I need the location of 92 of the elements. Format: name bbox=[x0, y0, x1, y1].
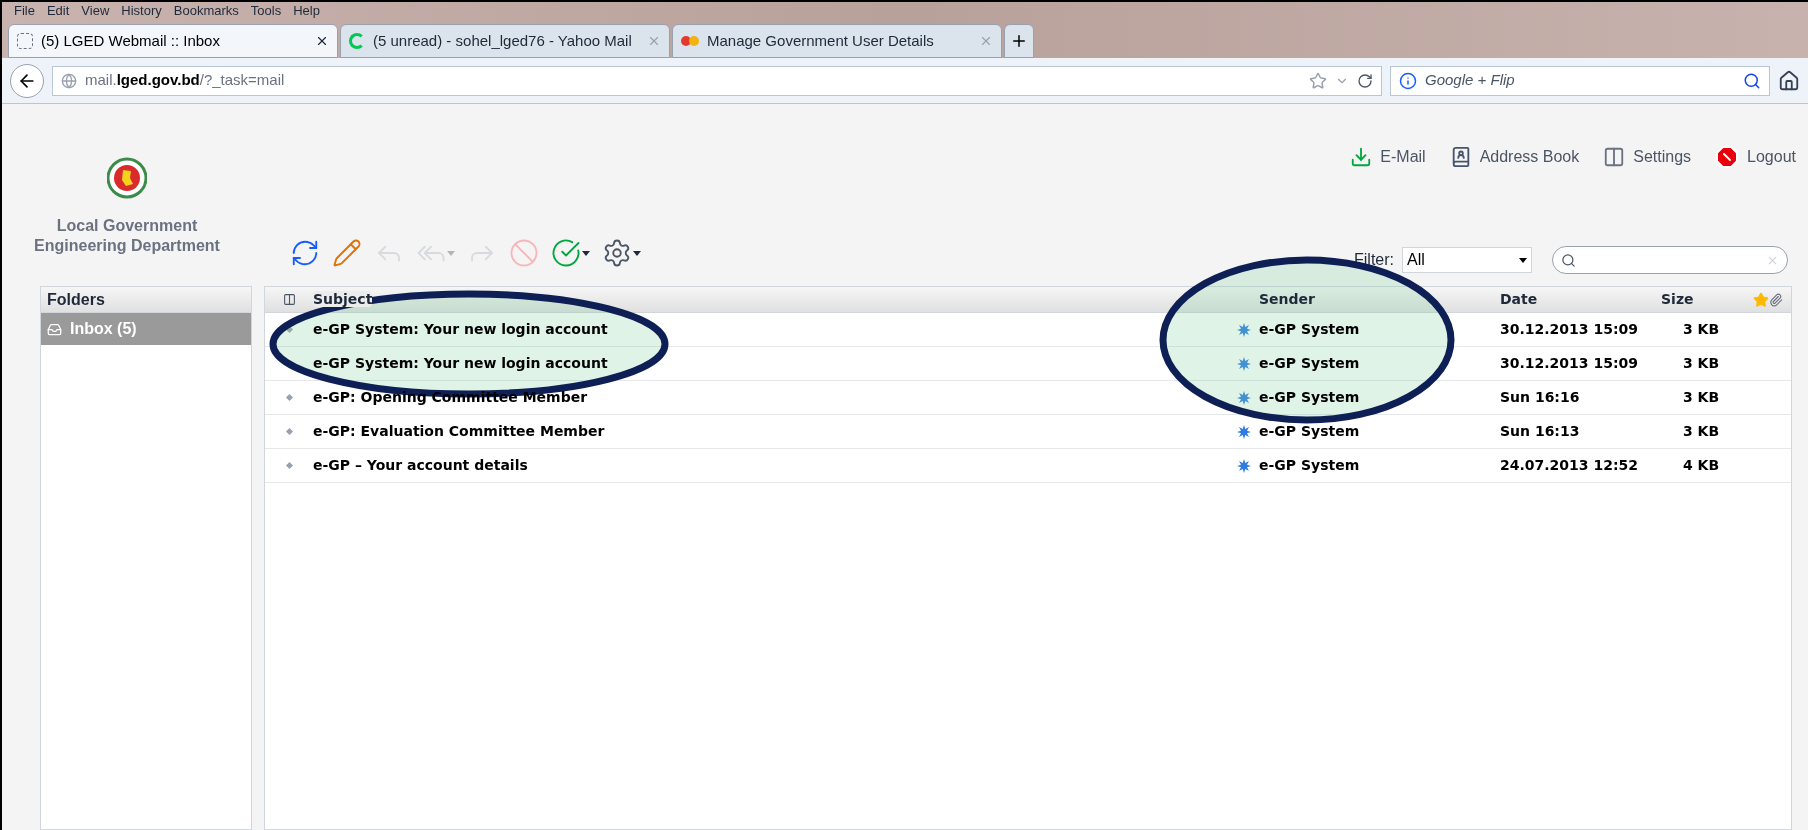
message-row[interactable]: e-GP System: Your new login account e-GP System 30.12.2013 15:09 3 KB bbox=[265, 313, 1791, 347]
size-cell: 3 KB bbox=[1683, 321, 1720, 337]
info-icon bbox=[1399, 71, 1417, 90]
star-icon bbox=[1753, 291, 1769, 308]
sender-cell-text: e-GP System bbox=[1259, 388, 1360, 407]
size-cell: 4 KB bbox=[1683, 457, 1720, 473]
inbox-icon bbox=[47, 321, 62, 337]
star-icon[interactable] bbox=[1309, 71, 1327, 90]
header-link[interactable]: Address Book bbox=[1449, 144, 1580, 169]
sender-cell-text: e-GP System bbox=[1259, 422, 1360, 441]
size-cell: 3 KB bbox=[1683, 355, 1720, 371]
sender-cell-text: e-GP System bbox=[1259, 456, 1360, 475]
filter-label: Filter: bbox=[1354, 250, 1394, 270]
subject-cell: e-GP: Evaluation Committee Member bbox=[313, 423, 605, 439]
tab-title: Manage Government User Details bbox=[707, 30, 935, 51]
tab-title: (5) LGED Webmail :: Inbox bbox=[41, 30, 221, 51]
header-link[interactable]: E-Mail bbox=[1350, 144, 1426, 169]
check-mark-icon bbox=[551, 238, 581, 268]
column-header[interactable]: Sender bbox=[1259, 291, 1315, 307]
date-cell: Sun 16:16 bbox=[1500, 389, 1580, 405]
subject-cell: e-GP – Your account details bbox=[313, 457, 528, 473]
no-entry-icon bbox=[509, 238, 539, 268]
settings-button[interactable] bbox=[602, 238, 641, 268]
starburst-icon bbox=[1237, 390, 1251, 405]
paperclip-icon bbox=[1769, 292, 1783, 307]
settings-icon bbox=[602, 238, 632, 268]
header-link[interactable]: Logout bbox=[1715, 144, 1796, 169]
refresh-icon bbox=[290, 238, 320, 268]
panel-header: Folders bbox=[41, 287, 251, 313]
browser-tab[interactable]: (5) LGED Webmail :: Inbox bbox=[8, 24, 338, 58]
department-name: Engineering Department bbox=[34, 236, 220, 256]
menu-item[interactable]: History bbox=[121, 2, 162, 21]
reload-icon[interactable] bbox=[1357, 72, 1373, 89]
message-row[interactable]: e-GP – Your account details e-GP System 24.07.2013 12:52 4 KB bbox=[265, 449, 1791, 483]
starburst-icon bbox=[1237, 356, 1251, 371]
blank-page-icon bbox=[17, 33, 33, 49]
starburst-icon bbox=[1237, 458, 1251, 473]
caret-icon bbox=[582, 250, 590, 256]
pencil-button[interactable] bbox=[332, 238, 362, 268]
tab-title: (5 unread) - sohel_lged76 - Yahoo Mail bbox=[373, 30, 633, 51]
sender-cell-text: e-GP System bbox=[1259, 354, 1360, 373]
new-tab-button[interactable] bbox=[1004, 24, 1034, 58]
home-icon[interactable] bbox=[1778, 69, 1800, 92]
date-cell: 24.07.2013 12:52 bbox=[1500, 457, 1638, 473]
column-header[interactable]: Subject bbox=[313, 291, 373, 307]
browser-tab[interactable]: (5 unread) - sohel_lged76 - Yahoo Mail bbox=[340, 24, 670, 58]
header-link[interactable]: Settings bbox=[1603, 144, 1692, 169]
caret-icon bbox=[633, 250, 641, 256]
search-icon[interactable] bbox=[1743, 71, 1761, 90]
menu-item[interactable]: Help bbox=[293, 2, 320, 21]
size-cell: 3 KB bbox=[1683, 423, 1720, 439]
date-cell: Sun 16:13 bbox=[1500, 423, 1580, 439]
size-cell: 3 KB bbox=[1683, 389, 1720, 405]
column-header[interactable]: Size bbox=[1661, 291, 1694, 307]
plus-icon bbox=[1010, 32, 1028, 50]
menu-item[interactable]: Bookmarks bbox=[173, 2, 239, 21]
starburst-icon bbox=[1237, 424, 1251, 439]
search-field[interactable] bbox=[1552, 246, 1788, 274]
loading-spinner-icon bbox=[349, 33, 365, 49]
inbox-download-icon bbox=[1350, 145, 1373, 168]
menu-item[interactable]: Tools bbox=[250, 2, 282, 21]
caret-icon bbox=[1519, 257, 1527, 263]
caret-icon bbox=[447, 250, 455, 256]
browser-tab[interactable]: Manage Government User Details bbox=[672, 24, 1002, 58]
sender-cell-text: e-GP System bbox=[1259, 320, 1360, 339]
message-row[interactable]: e-GP: Evaluation Committee Member e-GP System Sun 16:13 3 KB bbox=[265, 415, 1791, 449]
column-options-icon[interactable] bbox=[282, 293, 296, 306]
menu-item[interactable]: File bbox=[14, 2, 35, 21]
subject-cell: e-GP System: Your new login account bbox=[313, 355, 608, 371]
subject-cell: e-GP System: Your new login account bbox=[313, 321, 608, 337]
emblem-logo bbox=[107, 156, 147, 200]
column-header[interactable]: Date bbox=[1500, 291, 1538, 307]
search-icon bbox=[1561, 252, 1576, 268]
back-button[interactable] bbox=[10, 63, 44, 98]
date-cell: 30.12.2013 15:09 bbox=[1500, 355, 1638, 371]
starburst-icon bbox=[1237, 322, 1251, 337]
message-row[interactable]: e-GP System: Your new login account e-GP System 30.12.2013 15:09 3 KB bbox=[265, 347, 1791, 381]
pencil-icon bbox=[332, 238, 362, 268]
search-input[interactable]: Google + Flip bbox=[1425, 69, 1735, 92]
date-cell: 30.12.2013 15:09 bbox=[1500, 321, 1638, 337]
globe-icon bbox=[61, 72, 77, 89]
check-mark-button[interactable] bbox=[551, 238, 590, 268]
address-bar[interactable]: mail.lged.gov.bd/?_task=mail bbox=[52, 65, 1382, 96]
filter-select[interactable]: All bbox=[1402, 247, 1532, 273]
url-text: mail.lged.gov.bd/?_task=mail bbox=[85, 70, 286, 91]
search-bar[interactable]: Google + Flip bbox=[1390, 65, 1770, 96]
refresh-button[interactable] bbox=[290, 238, 320, 268]
department-name: Local Government bbox=[56, 216, 198, 236]
menu-item[interactable]: Edit bbox=[46, 2, 70, 21]
dots-icon bbox=[681, 35, 699, 47]
settings-panel-icon bbox=[1603, 145, 1626, 168]
menu-item[interactable]: View bbox=[81, 2, 110, 21]
